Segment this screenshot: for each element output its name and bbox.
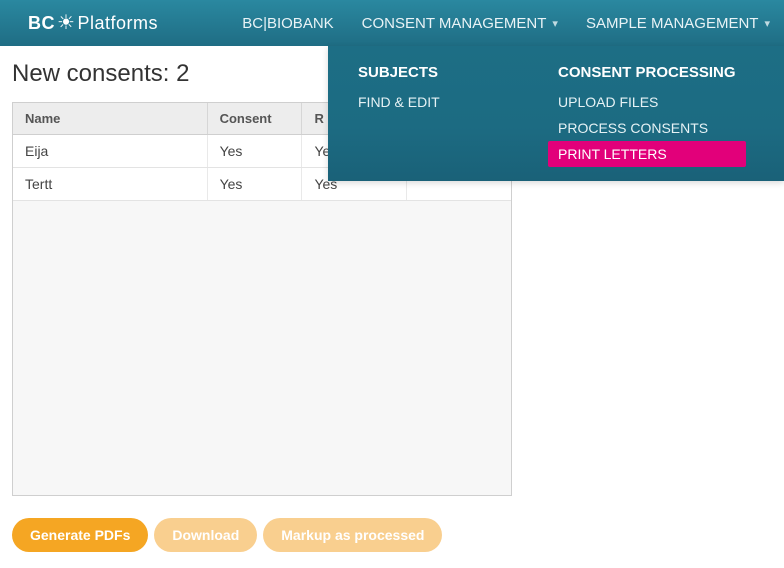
mega-item-find-edit[interactable]: FIND & EDIT — [358, 89, 498, 115]
cell-name: Eija — [13, 135, 207, 168]
cell-consent: Yes — [207, 168, 302, 201]
cell-consent: Yes — [207, 135, 302, 168]
nav-label: CONSENT MANAGEMENT — [362, 15, 547, 32]
top-nav: BC ☀ Platforms BC|BIOBANK CONSENT MANAGE… — [0, 0, 784, 46]
mega-menu: SUBJECTS FIND & EDIT CONSENT PROCESSING … — [328, 46, 784, 181]
nav-biobank[interactable]: BC|BIOBANK — [228, 0, 347, 46]
mega-heading-subjects: SUBJECTS — [358, 64, 498, 81]
col-header-consent[interactable]: Consent — [207, 103, 302, 135]
mega-col-consent-processing: CONSENT PROCESSING UPLOAD FILES PROCESS … — [528, 64, 766, 167]
mega-col-subjects: SUBJECTS FIND & EDIT — [328, 64, 528, 167]
chevron-down-icon: ▾ — [764, 17, 770, 30]
download-button[interactable]: Download — [154, 518, 257, 552]
logo-glyph-icon: ☀ — [57, 13, 75, 33]
nav-sample-management[interactable]: SAMPLE MANAGEMENT ▾ — [572, 0, 784, 46]
logo-text-bc: BC — [28, 13, 55, 34]
chevron-down-icon: ▾ — [552, 17, 558, 30]
nav-items: BC|BIOBANK CONSENT MANAGEMENT ▾ SAMPLE M… — [228, 0, 784, 46]
nav-label: SAMPLE MANAGEMENT — [586, 15, 759, 32]
cell-name: Tertt — [13, 168, 207, 201]
mega-item-print-letters[interactable]: PRINT LETTERS — [548, 141, 746, 167]
action-buttons: Generate PDFs Download Markup as process… — [12, 518, 774, 552]
col-header-name[interactable]: Name — [13, 103, 207, 135]
nav-label: BC|BIOBANK — [242, 15, 333, 32]
mega-heading-consent-processing: CONSENT PROCESSING — [558, 64, 736, 81]
mega-item-upload-files[interactable]: UPLOAD FILES — [558, 89, 736, 115]
markup-processed-button[interactable]: Markup as processed — [263, 518, 442, 552]
logo[interactable]: BC ☀ Platforms — [0, 13, 176, 34]
generate-pdfs-button[interactable]: Generate PDFs — [12, 518, 148, 552]
logo-text-platforms: Platforms — [77, 13, 158, 34]
mega-item-process-consents[interactable]: PROCESS CONSENTS — [558, 115, 736, 141]
nav-consent-management[interactable]: CONSENT MANAGEMENT ▾ — [348, 0, 572, 46]
